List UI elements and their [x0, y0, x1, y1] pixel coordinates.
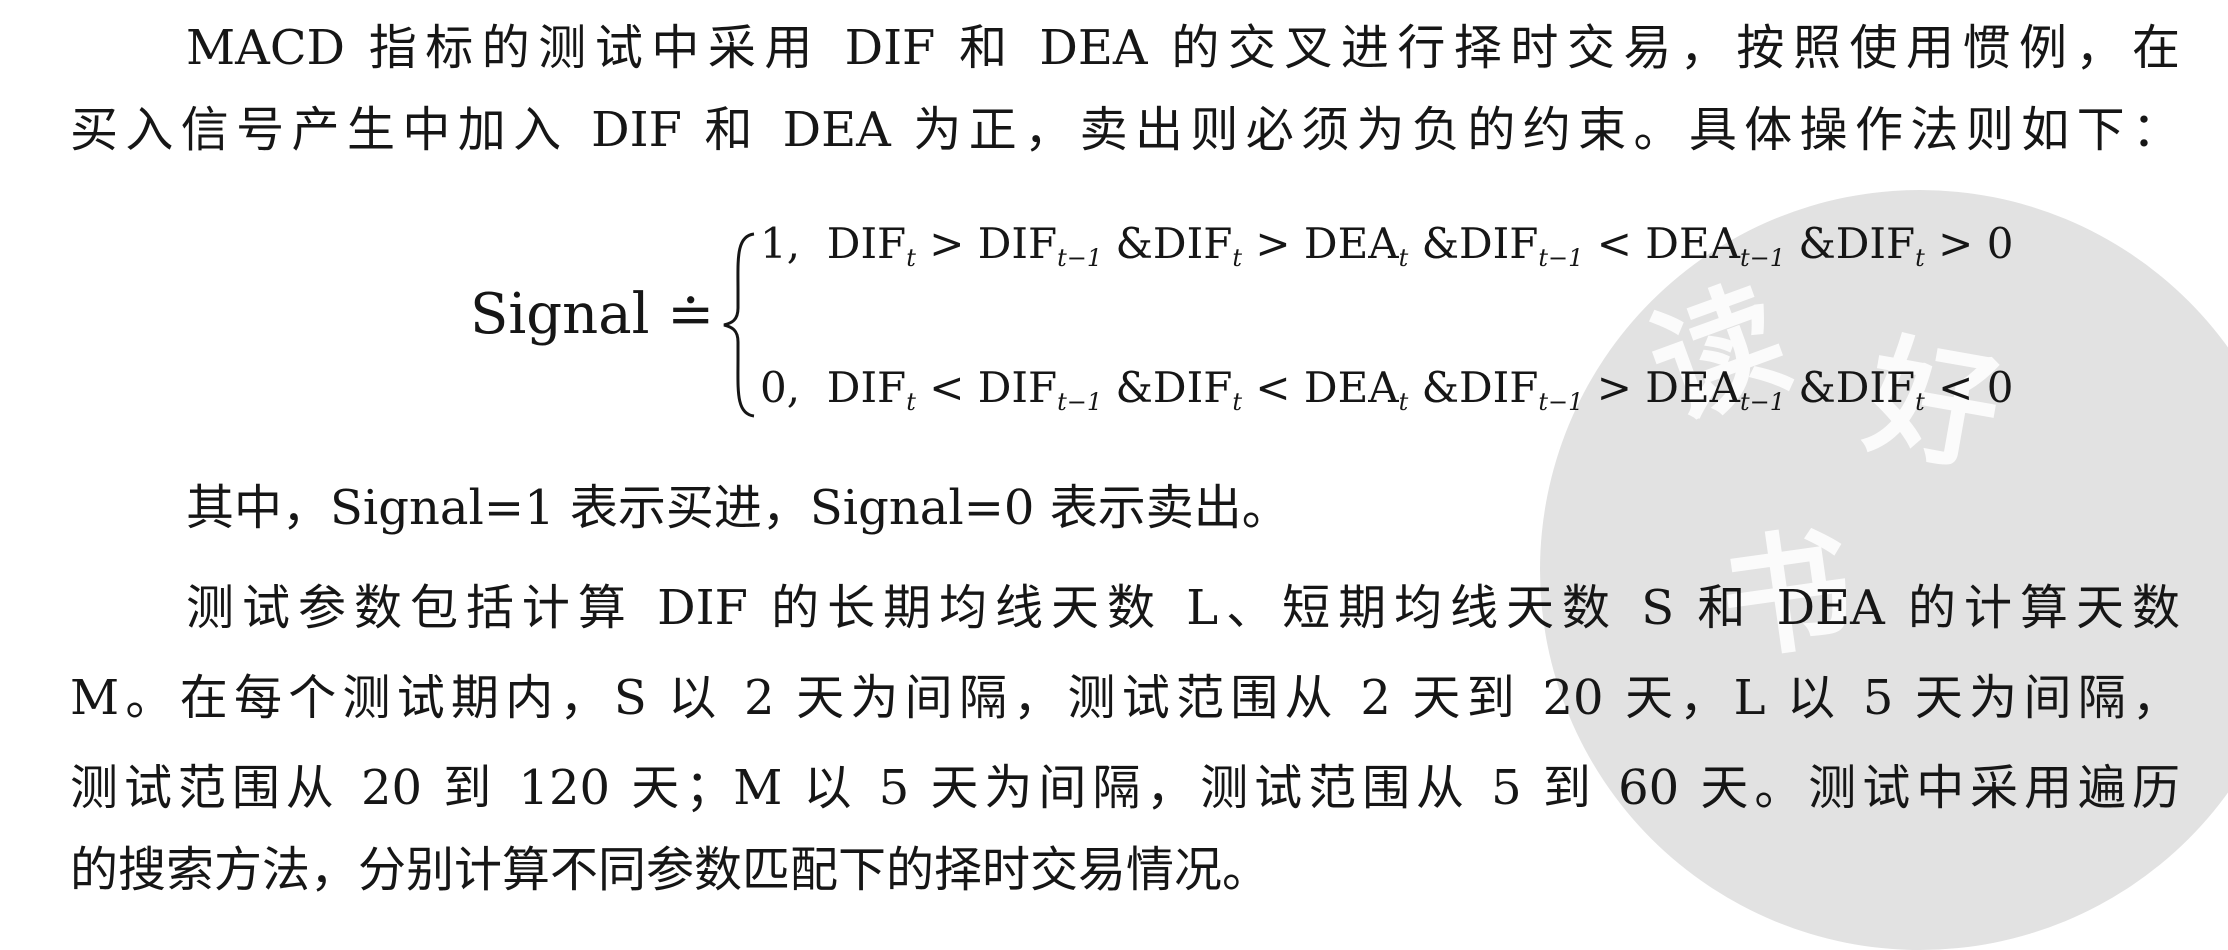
formula-signal-label: Signal: [470, 282, 650, 347]
case-subscript: t: [1398, 244, 1409, 272]
case-term: < DIF: [915, 363, 1058, 412]
paragraph1-line2: 买入信号产生中加入 DIF 和 DEA 为正，卖出则必须为负的约束。具体操作法则…: [70, 102, 2180, 158]
case-subscript: t: [906, 388, 916, 416]
case-term: &DIF: [1785, 219, 1916, 268]
paragraph2-line3: 测试范围从 20 到 120 天；M 以 5 天为间隔，测试范围从 5 到 60…: [70, 760, 2180, 816]
case-term: > DIF: [915, 219, 1058, 268]
paragraph2-line2: M。在每个测试期内，S 以 2 天为间隔，测试范围从 2 天到 20 天，L 以…: [70, 670, 2180, 726]
case-term: &DIF: [1408, 219, 1539, 268]
case-term: &DIF: [1785, 363, 1916, 412]
left-brace-icon: [723, 232, 755, 418]
case-term: < 0: [1924, 363, 2014, 412]
case-subscript: t: [1915, 244, 1925, 272]
case-subscript: t−1: [1057, 244, 1103, 272]
case-subscript: t: [906, 244, 916, 272]
case-term: > DEA: [1583, 363, 1740, 412]
case-subscript: t: [1232, 244, 1242, 272]
case-subscript: t: [1915, 388, 1925, 416]
paragraph2-line1: 测试参数包括计算 DIF 的长期均线天数 L、短期均线天数 S 和 DEA 的计…: [186, 580, 2180, 636]
paragraph1-line1: MACD 指标的测试中采用 DIF 和 DEA 的交叉进行择时交易，按照使用惯例…: [186, 20, 2180, 76]
case-subscript: t: [1398, 388, 1409, 416]
case-term: &DIF: [1102, 363, 1233, 412]
case-value: 0,: [760, 363, 801, 412]
case-subscript: t−1: [1057, 388, 1103, 416]
formula-case-0: 0, DIFt < DIFt−1 &DIFt < DEAt &DIFt−1 > …: [760, 360, 2013, 430]
case-term: &DIF: [1408, 363, 1539, 412]
paragraph2-line4: 的搜索方法，分别计算不同参数匹配下的择时交易情况。: [70, 842, 1271, 898]
case-term: &DIF: [1102, 219, 1233, 268]
case-term: < DEA: [1242, 363, 1399, 412]
case-subscript: t−1: [1739, 388, 1785, 416]
signal-formula: Signal ≐ 1, DIFt > DIFt−1 &DIFt > DEAt &…: [470, 190, 2013, 450]
case-subscript: t−1: [1739, 244, 1785, 272]
case-subscript: t−1: [1538, 388, 1584, 416]
case-subscript: t−1: [1538, 244, 1584, 272]
signal-note: 其中，Signal=1 表示买进，Signal=0 表示卖出。: [186, 480, 1290, 536]
document-page: 读 好 书 MACD 指标的测试中采用 DIF 和 DEA 的交叉进行择时交易，…: [0, 0, 2228, 950]
case-term: DIF: [826, 219, 907, 268]
case-term: > 0: [1924, 219, 2014, 268]
case-term: < DEA: [1583, 219, 1740, 268]
formula-eq-symbol: ≐: [667, 282, 715, 347]
case-subscript: t: [1232, 388, 1242, 416]
case-term: DIF: [826, 363, 907, 412]
case-value: 1,: [760, 219, 801, 268]
formula-case-1: 1, DIFt > DIFt−1 &DIFt > DEAt &DIFt−1 < …: [760, 216, 2013, 286]
case-term: > DEA: [1242, 219, 1399, 268]
formula-lhs: Signal ≐: [470, 280, 714, 350]
